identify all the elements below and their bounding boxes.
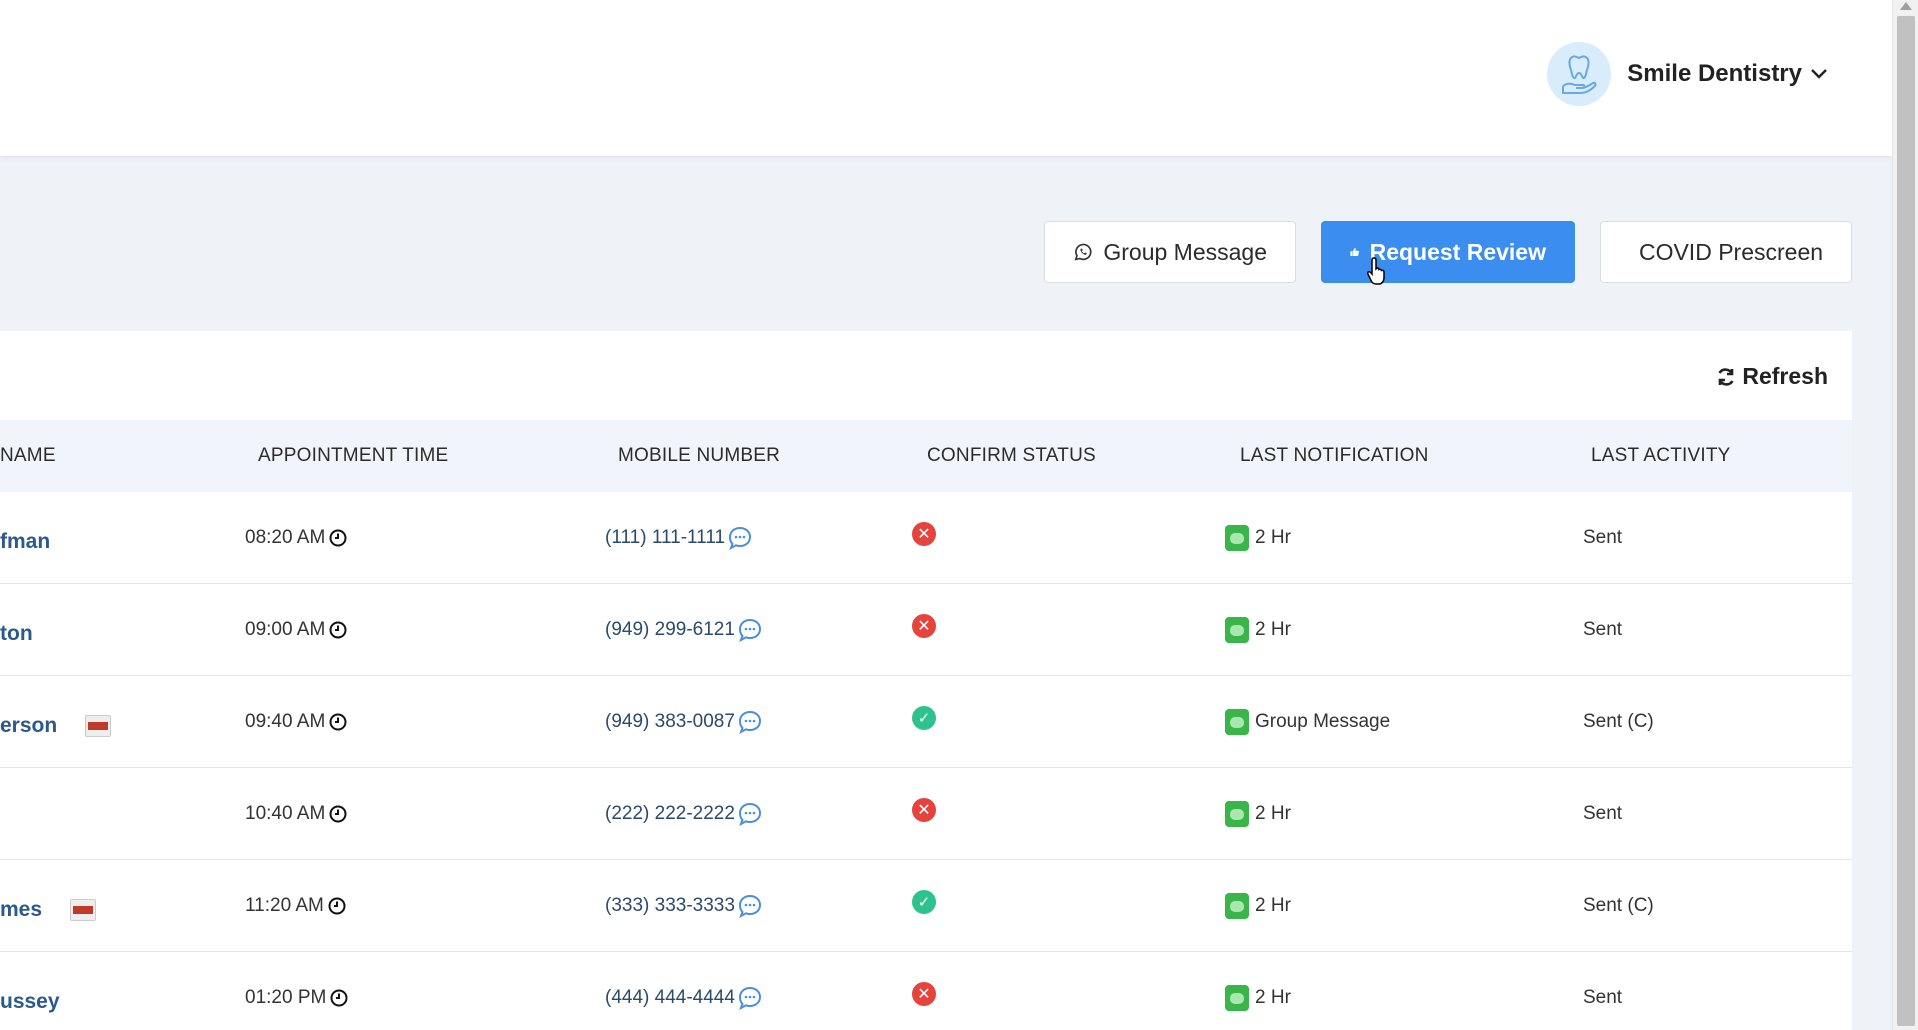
patient-name-link[interactable]: mes (0, 898, 42, 922)
last-notification-text: 2 Hr (1255, 803, 1291, 824)
sms-message-icon (1225, 709, 1249, 735)
last-activity-text: Sent (1583, 619, 1623, 640)
patient-name-link[interactable]: ton (0, 622, 33, 646)
table-row[interactable]: ussey 01:20 PM (444) 444-4444 ✕ 2 Hr Sent (0, 952, 1852, 1030)
last-activity-text: Sent (1583, 803, 1623, 824)
pdf-icon[interactable] (85, 715, 112, 737)
sms-message-icon (1225, 525, 1249, 551)
confirmed-check-icon: ✓ (912, 890, 936, 914)
top-header: Smile Dentistry (0, 0, 1892, 156)
mobile-number: (222) 222-2222 (605, 803, 735, 824)
col-name-header[interactable]: NAME (0, 420, 56, 492)
account-name: Smile Dentistry (1627, 60, 1802, 87)
last-notification-text: 2 Hr (1255, 619, 1291, 640)
last-notification-text: 2 Hr (1255, 527, 1291, 548)
clock-icon (329, 529, 347, 547)
appointment-time: 09:00 AM (245, 619, 326, 640)
col-confirm-status-header[interactable]: CONFIRM STATUS (927, 420, 1096, 492)
chevron-down-icon (1811, 69, 1827, 79)
clock-icon (330, 989, 348, 1007)
pdf-icon[interactable] (70, 899, 97, 921)
chat-bubble-icon[interactable] (737, 709, 763, 735)
hand-cursor-icon (1366, 257, 1385, 285)
mobile-number: (949) 299-6121 (605, 619, 735, 640)
mobile-number: (111) 111-1111 (605, 527, 726, 548)
last-notification-text: 2 Hr (1255, 987, 1291, 1008)
clock-icon (328, 897, 346, 915)
table-row[interactable]: erson 09:40 AM (949) 383-0087 ✓ Group Messag… (0, 676, 1852, 768)
unconfirmed-x-icon: ✕ (912, 982, 936, 1006)
clock-icon (329, 805, 347, 823)
patient-name-link[interactable]: fman (0, 530, 50, 554)
whatsapp-icon (1074, 243, 1092, 261)
scroll-up-arrow-icon[interactable] (1900, 2, 1912, 10)
appointment-time: 01:20 PM (245, 987, 327, 1008)
table-row[interactable]: mes 11:20 AM (333) 333-3333 ✓ 2 Hr Sent (C) (0, 860, 1852, 952)
appointments-card: Refresh NAME APPOINTMENT TIME MOBILE NUM… (0, 331, 1852, 1030)
chat-bubble-icon[interactable] (737, 801, 763, 827)
table-header: NAME APPOINTMENT TIME MOBILE NUMBER CONF… (0, 420, 1852, 492)
sms-message-icon (1225, 801, 1249, 827)
request-review-label: Request Review (1369, 238, 1546, 265)
chat-bubble-icon[interactable] (737, 985, 763, 1011)
scrollbar-thumb[interactable] (1897, 16, 1915, 1026)
table-row[interactable]: ton 09:00 AM (949) 299-6121 ✕ 2 Hr Sent (0, 584, 1852, 676)
request-review-button[interactable]: Request Review (1321, 221, 1575, 285)
account-menu[interactable]: Smile Dentistry (1547, 40, 1828, 108)
last-activity-text: Sent (C) (1583, 895, 1654, 916)
covid-prescreen-button[interactable]: COVID Prescreen (1600, 221, 1852, 283)
unconfirmed-x-icon: ✕ (912, 614, 936, 638)
col-last-activity-header[interactable]: LAST ACTIVITY (1591, 420, 1731, 492)
sms-message-icon (1225, 985, 1249, 1011)
mobile-number: (949) 383-0087 (605, 711, 735, 732)
clock-icon (329, 713, 347, 731)
last-activity-text: Sent (C) (1583, 711, 1654, 732)
sms-message-icon (1225, 893, 1249, 919)
vertical-scrollbar[interactable] (1892, 0, 1918, 1030)
clock-icon (329, 621, 347, 639)
chat-bubble-icon[interactable] (727, 525, 753, 551)
confirmed-check-icon: ✓ (912, 706, 936, 730)
group-message-label: Group Message (1103, 238, 1267, 265)
unconfirmed-x-icon: ✕ (912, 522, 936, 546)
col-last-notification-header[interactable]: LAST NOTIFICATION (1240, 420, 1429, 492)
table-row[interactable]: 10:40 AM (222) 222-2222 ✕ 2 Hr Sent (0, 768, 1852, 860)
tooth-hand-icon (1547, 42, 1612, 106)
appointment-time: 11:20 AM (245, 895, 324, 916)
last-notification-text: 2 Hr (1255, 895, 1291, 916)
mobile-number: (444) 444-4444 (605, 987, 735, 1008)
appointment-time: 08:20 AM (245, 527, 326, 548)
group-message-button[interactable]: Group Message (1044, 221, 1296, 283)
table-row[interactable]: fman 08:20 AM (111) 111-1111 ✕ 2 Hr Sent (0, 492, 1852, 584)
appointment-time: 10:40 AM (245, 803, 326, 824)
sms-message-icon (1225, 617, 1249, 643)
refresh-icon (1718, 367, 1734, 386)
patient-name-link[interactable]: erson (0, 714, 57, 738)
last-activity-text: Sent (1583, 987, 1623, 1008)
unconfirmed-x-icon: ✕ (912, 798, 936, 822)
thumbs-up-icon (1350, 248, 1360, 256)
refresh-button[interactable]: Refresh (1716, 363, 1828, 390)
col-appointment-time-header[interactable]: APPOINTMENT TIME (258, 420, 448, 492)
last-activity-text: Sent (1583, 527, 1623, 548)
chat-bubble-icon[interactable] (737, 617, 763, 643)
patient-name-link[interactable]: ussey (0, 990, 60, 1014)
appointment-time: 09:40 AM (245, 711, 326, 732)
refresh-label: Refresh (1742, 363, 1828, 389)
action-buttons: Group Message Request Review COVID Presc… (1044, 221, 1852, 285)
covid-prescreen-label: COVID Prescreen (1638, 238, 1824, 265)
col-mobile-number-header[interactable]: MOBILE NUMBER (618, 420, 780, 492)
last-notification-text: Group Message (1255, 711, 1391, 732)
chat-bubble-icon[interactable] (737, 893, 763, 919)
mobile-number: (333) 333-3333 (605, 895, 735, 916)
